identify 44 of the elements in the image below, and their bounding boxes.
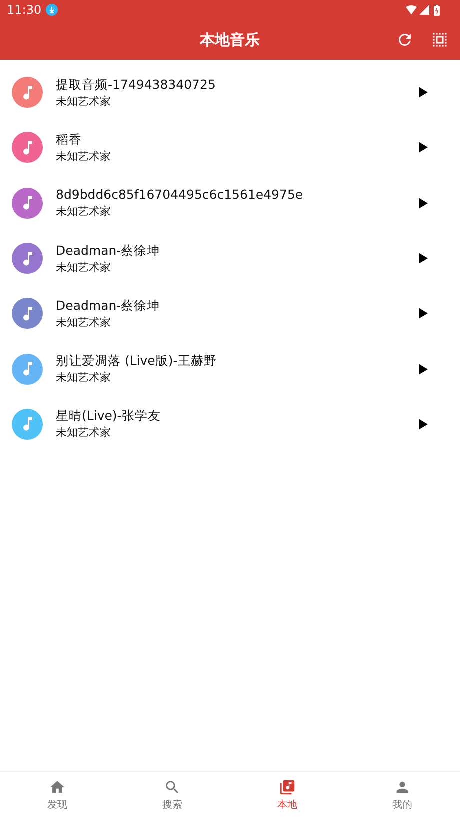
home-icon xyxy=(49,779,66,796)
song-artist: 未知艺术家 xyxy=(56,150,112,164)
song-title: 提取音频-1749438340725 xyxy=(56,76,217,93)
battery-icon xyxy=(434,4,440,16)
song-title: 稻香 xyxy=(56,132,83,148)
wifi-icon xyxy=(406,5,417,15)
nav-tab[interactable]: 我的 xyxy=(345,772,460,818)
song-title: Deadman-蔡徐坤 xyxy=(56,298,162,314)
play-icon[interactable] xyxy=(419,418,428,430)
song-artist: 未知艺术家 xyxy=(56,205,112,220)
play-icon[interactable] xyxy=(419,142,428,154)
song-title: 星晴(Live)-张学友 xyxy=(56,408,162,424)
song-item[interactable]: Deadman-蔡徐坤 未知艺术家 xyxy=(0,286,460,342)
signal-icon xyxy=(419,5,430,15)
song-title: 别让爱凋落 (Live版)-王赫野 xyxy=(56,353,218,370)
play-icon[interactable] xyxy=(419,308,428,320)
song-item[interactable]: 提取音频-1749438340725 未知艺术家 xyxy=(0,65,460,120)
page-title: 本地音乐 xyxy=(200,30,260,50)
music-library-icon xyxy=(279,779,296,796)
song-artist: 未知艺术家 xyxy=(56,260,112,275)
song-title: 8d9bdd6c85f16704495c6c1561e4975e xyxy=(56,187,304,204)
song-item[interactable]: 稻香 未知艺术家 xyxy=(0,120,460,176)
play-icon[interactable] xyxy=(419,253,428,264)
nav-tab[interactable]: 本地 xyxy=(230,772,345,818)
song-item[interactable]: 星晴(Live)-张学友 未知艺术家 xyxy=(0,396,460,452)
person-icon xyxy=(394,779,411,796)
play-icon[interactable] xyxy=(419,87,428,98)
song-item[interactable]: Deadman-蔡徐坤 未知艺术家 xyxy=(0,230,460,286)
nav-tab[interactable]: 发现 xyxy=(0,772,115,818)
play-icon[interactable] xyxy=(419,364,428,375)
song-artist: 未知艺术家 xyxy=(56,371,112,386)
download-icon xyxy=(46,4,58,16)
song-item[interactable]: 别让爱凋落 (Live版)-王赫野 未知艺术家 xyxy=(0,341,460,397)
select-all-icon[interactable] xyxy=(431,31,449,49)
song-item[interactable]: 8d9bdd6c85f16704495c6c1561e4975e 未知艺术家 xyxy=(0,176,460,231)
song-artist: 未知艺术家 xyxy=(56,316,112,330)
song-title: Deadman-蔡徐坤 xyxy=(56,242,162,259)
nav-tab[interactable]: 搜索 xyxy=(115,772,230,818)
refresh-icon[interactable] xyxy=(396,31,414,49)
song-artist: 未知艺术家 xyxy=(56,94,112,109)
play-icon[interactable] xyxy=(419,198,428,209)
song-artist: 未知艺术家 xyxy=(56,426,112,440)
search-icon xyxy=(164,779,181,796)
status-time: 11:30 xyxy=(7,3,42,17)
